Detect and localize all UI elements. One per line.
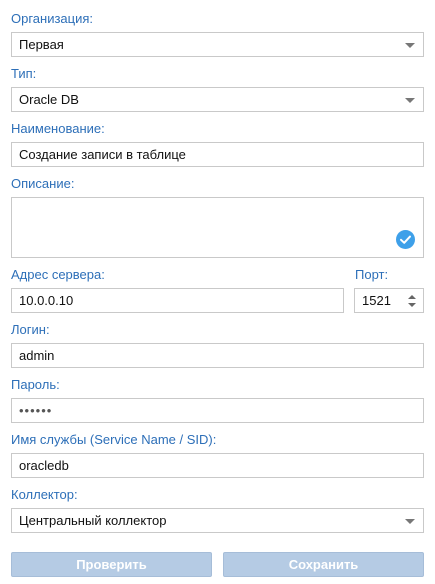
- organization-label: Организация:: [11, 11, 94, 26]
- login-input[interactable]: admin: [11, 343, 424, 368]
- collector-select[interactable]: Центральный коллектор: [11, 508, 424, 533]
- port-value: 1521: [362, 293, 391, 308]
- password-value: ••••••: [19, 403, 53, 418]
- server-value: 10.0.0.10: [19, 293, 74, 308]
- chevron-down-icon: [405, 43, 415, 48]
- server-label: Адрес сервера:: [11, 267, 105, 282]
- check-button[interactable]: Проверить: [11, 552, 212, 577]
- checkmark-icon: [396, 230, 415, 249]
- service-input[interactable]: oracledb: [11, 453, 424, 478]
- type-value: Oracle DB: [19, 92, 79, 107]
- description-label: Описание:: [11, 176, 75, 191]
- chevron-down-icon: [405, 519, 415, 524]
- service-value: oracledb: [19, 458, 69, 473]
- password-label: Пароль:: [11, 377, 60, 392]
- login-label: Логин:: [11, 322, 50, 337]
- name-input[interactable]: Создание записи в таблице: [11, 142, 424, 167]
- service-label: Имя службы (Service Name / SID):: [11, 432, 217, 447]
- name-label: Наименование:: [11, 121, 105, 136]
- connection-form: Организация: Первая Тип: Oracle DB Наиме…: [0, 0, 435, 584]
- server-input[interactable]: 10.0.0.10: [11, 288, 344, 313]
- collector-value: Центральный коллектор: [19, 513, 167, 528]
- password-input[interactable]: ••••••: [11, 398, 424, 423]
- name-value: Создание записи в таблице: [19, 147, 186, 162]
- organization-value: Первая: [19, 37, 64, 52]
- chevron-down-icon: [405, 98, 415, 103]
- save-button[interactable]: Сохранить: [223, 552, 424, 577]
- type-label: Тип:: [11, 66, 37, 81]
- port-stepper[interactable]: 1521: [354, 288, 424, 313]
- collector-label: Коллектор:: [11, 487, 78, 502]
- port-label: Порт:: [355, 267, 389, 282]
- login-value: admin: [19, 348, 55, 363]
- stepper-arrows-icon[interactable]: [407, 293, 417, 309]
- organization-select[interactable]: Первая: [11, 32, 424, 57]
- type-select[interactable]: Oracle DB: [11, 87, 424, 112]
- description-textarea[interactable]: [11, 197, 424, 258]
